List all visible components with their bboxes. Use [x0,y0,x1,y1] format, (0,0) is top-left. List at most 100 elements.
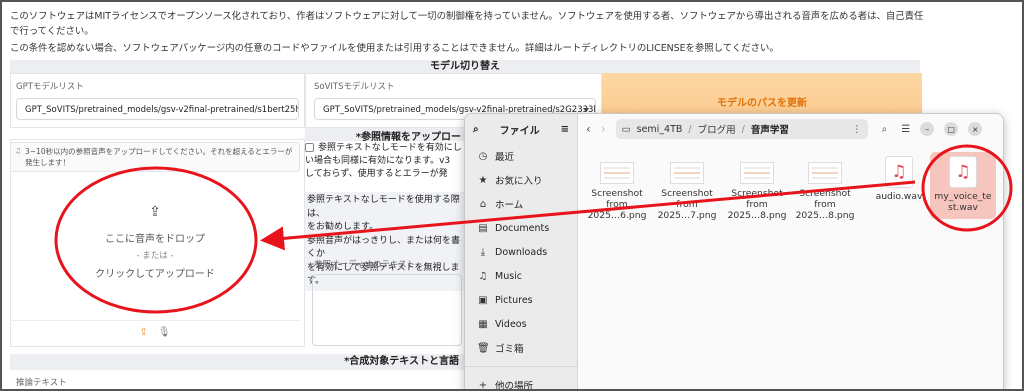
file-name: Screenshot from 2025…6.png [587,188,647,221]
sidebar-item-label: Pictures [495,294,533,306]
file-name: Screenshot from 2025…8.png [795,188,855,221]
image-file-item[interactable]: Screenshot from 2025…7.png [654,152,720,221]
microphone-icon[interactable]: 🎙 [158,327,171,338]
file-name: my_voice_te st.wav [934,191,992,213]
image-file-item[interactable]: Screenshot from 2025…8.png [792,152,858,221]
sidebar-item-2[interactable]: ⌂ ホーム [465,192,577,216]
synth-section-header: *合成対象テキストと言語 [10,354,465,370]
inference-text-label: 推論テキスト [16,378,67,388]
search-files-icon[interactable]: ⌕ [882,124,888,135]
license-notice: このソフトウェアはMITライセンスでオープンソース化されており、作者はソフトウェ… [10,9,925,58]
click-to-upload-text: クリックしてアップロード [95,269,215,280]
audio-file-icon: ♫ [885,156,913,188]
sidebar-item-label: Videos [495,318,527,330]
file-manager-window: ⌕ ファイル ≡ ◷ 最近 ★ お気に入り ⌂ ホーム ▤ Documents ⤓ Downloa… [464,113,1004,391]
forward-arrow-icon[interactable]: › [601,122,606,136]
gpt-model-label: GPTモデルリスト [16,82,84,92]
sidebar-place-icon: ⤓ [480,246,486,258]
sidebar-item-label: Downloads [495,246,548,258]
sidebar-item-3[interactable]: ▤ Documents [465,216,577,240]
sidebar-header: ⌕ ファイル ≡ [465,114,577,144]
gpt-model-value: GPT_SoVITS/pretrained_models/gsv-v2final… [25,105,299,115]
audio-file-icon: ♫ [949,156,977,188]
ref-section-header: *参照情報をアップロー [305,128,465,143]
gpt-model-dropdown[interactable]: GPT_SoVITS/pretrained_models/gsv-v2final… [16,98,299,120]
license-line-1: このソフトウェアはMITライセンスでオープンソース化されており、作者はソフトウェ… [10,11,924,37]
plus-icon: + [478,379,488,391]
sidebar-item-8[interactable]: 🗑 ゴミ箱 [465,336,577,360]
upload-icon: ⇪ [149,204,161,220]
image-file-item[interactable]: Screenshot from 2025…6.png [584,152,650,221]
sidebar-place-icon: ◷ [478,150,488,162]
file-name: Screenshot from 2025…7.png [657,188,717,221]
sidebar-item-label: Documents [495,222,550,234]
sidebar-divider [465,366,577,367]
sovits-model-label: SoVITSモデルリスト [314,82,395,92]
upload-source-icon[interactable]: ⇪ [139,327,147,338]
file-name: Screenshot from 2025…8.png [727,188,787,221]
image-thumbnail-icon [740,162,774,184]
chevron-down-icon [583,108,589,112]
sidebar-places: ◷ 最近 ★ お気に入り ⌂ ホーム ▤ Documents ⤓ Downloads ♫ Music ▣… [465,144,577,360]
file-manager-toolbar: ‹ › ▭ semi_4TB / ブログ用 / 音声学習 ⋮ ⌕ ☰ – □ × [578,114,1003,144]
screenshot-frame: このソフトウェアはMITライセンスでオープンソース化されており、作者はソフトウェ… [0,0,1024,391]
file-manager-main: ‹ › ▭ semi_4TB / ブログ用 / 音声学習 ⋮ ⌕ ☰ – □ × [578,114,1003,389]
sidebar-item-0[interactable]: ◷ 最近 [465,144,577,168]
sidebar-place-icon: ♫ [478,270,488,282]
path-segment[interactable]: semi_4TB [637,124,683,135]
sidebar-place-icon: ▤ [478,222,488,234]
view-controls: ⌕ ☰ [882,124,911,135]
path-segment-current[interactable]: 音声学習 [751,122,789,136]
no-ref-text-checkbox-label: 参照テキストなしモードを有効にし い場合も同様に有効になります。v3 しておらず… [305,143,462,179]
minimize-icon[interactable]: – [920,122,935,136]
sidebar-place-icon: ▦ [478,318,488,330]
file-grid: Screenshot from 2025…6.png Screenshot fro… [578,152,1003,389]
image-thumbnail-icon [600,162,634,184]
audio-file-item[interactable]: ♫ my_voice_te st.wav [930,152,996,219]
sidebar-place-icon: ▣ [478,294,488,306]
sidebar-item-other-places[interactable]: + 他の場所 [465,373,577,391]
model-section-header: モデル切り替え [10,60,920,73]
sidebar-item-label: Music [495,270,523,282]
drive-icon: ▭ [621,123,631,135]
more-options-icon[interactable]: ⋮ [852,124,862,135]
maximize-icon[interactable]: □ [944,122,959,136]
drop-audio-text: ここに音声をドロップ [105,234,205,245]
sidebar-place-icon: ★ [478,174,488,186]
sidebar-item-label: 最近 [495,152,515,163]
sidebar-item-1[interactable]: ★ お気に入り [465,168,577,192]
list-view-icon[interactable]: ☰ [901,124,910,135]
file-manager-sidebar: ⌕ ファイル ≡ ◷ 最近 ★ お気に入り ⌂ ホーム ▤ Documents ⤓ Downloa… [465,114,578,391]
sidebar-item-label: 他の場所 [495,381,534,391]
image-file-item[interactable]: Screenshot from 2025…8.png [724,152,790,221]
path-bar[interactable]: ▭ semi_4TB / ブログ用 / 音声学習 ⋮ [615,119,868,139]
audio-drop-zone[interactable]: ⇪ ここに音声をドロップ - または - クリックしてアップロード [10,167,300,317]
sidebar-item-label: ゴミ箱 [495,344,524,355]
search-icon[interactable]: ⌕ [473,124,479,135]
file-name: audio.wav [875,191,923,202]
sidebar-item-5[interactable]: ♫ Music [465,264,577,288]
music-note-icon: ♫ [15,147,22,155]
back-arrow-icon[interactable]: ‹ [586,122,591,136]
file-manager-title: ファイル [499,125,540,137]
ref-text-label: 参照オーディオのテキスト [314,260,416,270]
sidebar-item-4[interactable]: ⤓ Downloads [465,240,577,264]
audio-file-item[interactable]: ♫ audio.wav [866,156,932,202]
or-text: - または - [136,251,174,261]
hamburger-menu-icon[interactable]: ≡ [561,124,577,135]
image-thumbnail-icon [670,162,704,184]
ref-text-input[interactable] [312,274,462,346]
no-ref-text-checkbox[interactable] [305,143,314,152]
close-icon[interactable]: × [968,122,983,136]
audio-source-bar: ⇪ 🎙 [10,320,300,344]
sidebar-place-icon: ⌂ [479,198,487,210]
sidebar-place-icon: 🗑 [477,342,490,354]
path-segment[interactable]: ブログ用 [698,122,736,136]
image-thumbnail-icon [808,162,842,184]
ref-audio-hint-text: 3~10秒以内の参照音声をアップロードしてください。それを超えるとエラーが発生し… [25,147,293,167]
sidebar-item-7[interactable]: ▦ Videos [465,312,577,336]
license-line-2: この条件を認めない場合、ソフトウェアパッケージ内の任意のコードやファイルを使用ま… [10,43,779,54]
sidebar-item-label: お気に入り [495,176,543,187]
sidebar-item-6[interactable]: ▣ Pictures [465,288,577,312]
sidebar-item-label: ホーム [495,200,524,211]
